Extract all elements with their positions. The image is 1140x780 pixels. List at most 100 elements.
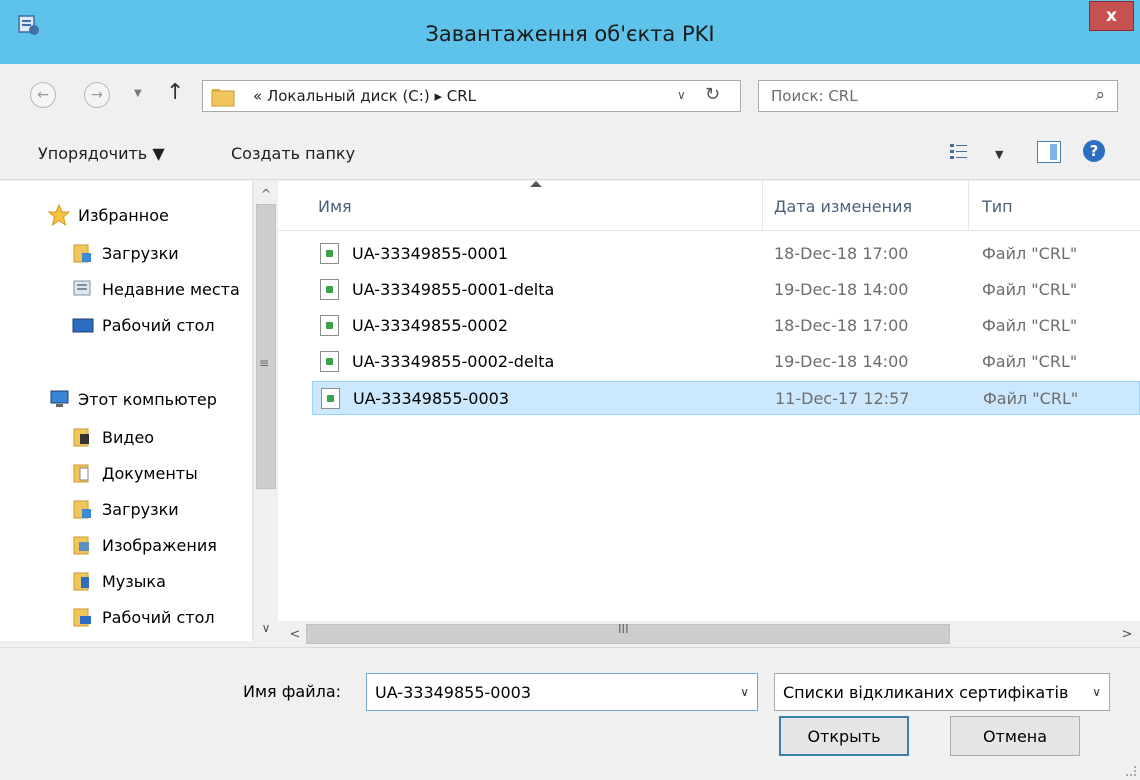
navigation-bar: ← → ▼ ↑ « Локальный диск (C:) ▸ CRL ∨ ↻ …	[0, 64, 1140, 122]
command-bar: Упорядочить ▼ Создать папку ▼ ?	[0, 124, 1140, 180]
sidebar-item-label: Избранное	[78, 205, 169, 225]
open-button[interactable]: Открыть	[779, 716, 909, 756]
file-name[interactable]: UA-33349855-0002-delta	[352, 352, 554, 371]
file-date: 18-Dec-18 17:00	[774, 316, 909, 335]
crl-file-icon	[320, 351, 339, 372]
recent-places-icon	[73, 280, 91, 296]
pictures-folder-icon	[73, 536, 89, 555]
table-row[interactable]: UA-33349855-0003 11-Dec-17 12:57 Файл "CRL…	[312, 381, 1140, 415]
table-row[interactable]: UA-33349855-0001 18-Dec-18 17:00 Файл "CRL…	[312, 237, 1140, 271]
column-type[interactable]: Тип	[982, 197, 1013, 216]
sidebar-scrollbar[interactable]: ^ ≡ ∨	[252, 181, 278, 641]
table-row[interactable]: UA-33349855-0001-delta 19-Dec-18 14:00 Фай…	[312, 273, 1140, 307]
file-type: Файл "CRL"	[983, 389, 1079, 408]
file-name[interactable]: UA-33349855-0001	[352, 244, 508, 263]
sidebar-item-label: Загрузки	[102, 499, 179, 519]
file-date: 19-Dec-18 14:00	[774, 352, 909, 371]
preview-pane-icon[interactable]	[1037, 141, 1061, 163]
sidebar-item-desktop[interactable]: Рабочий стол	[72, 311, 215, 339]
crl-file-icon	[320, 243, 339, 264]
window-title: Завантаження об'єкта PKI	[425, 22, 715, 46]
crl-file-icon	[320, 315, 339, 336]
file-name[interactable]: UA-33349855-0003	[353, 389, 509, 408]
help-icon[interactable]: ?	[1083, 140, 1105, 162]
file-name[interactable]: UA-33349855-0001-delta	[352, 280, 554, 299]
sidebar-item-music[interactable]: Музыка	[72, 567, 166, 595]
scroll-grip-icon: ≡	[259, 356, 270, 370]
crl-file-icon	[320, 279, 339, 300]
filename-label: Имя файла:	[243, 682, 342, 701]
filename-value[interactable]: UA-33349855-0003	[375, 683, 531, 702]
recent-locations-dropdown[interactable]: ▼	[134, 88, 142, 99]
filename-dropdown-icon[interactable]: ∨	[740, 685, 749, 699]
file-name[interactable]: UA-33349855-0002	[352, 316, 508, 335]
view-dropdown-icon[interactable]: ▼	[995, 148, 1003, 161]
sidebar-item-downloads[interactable]: Загрузки	[72, 239, 179, 267]
sidebar-item-label: Загрузки	[102, 243, 179, 263]
sidebar-item-pictures[interactable]: Изображения	[72, 531, 217, 559]
forward-button[interactable]: →	[84, 82, 110, 108]
search-box[interactable]: Поиск: CRL ⌕	[758, 80, 1118, 112]
dialog-footer: Имя файла: UA-33349855-0003 ∨ Списки від…	[0, 647, 1140, 780]
sidebar-item-label: Рабочий стол	[102, 607, 215, 627]
sidebar-item-recent-places[interactable]: Недавние места	[72, 275, 240, 303]
organize-button[interactable]: Упорядочить ▼	[38, 144, 165, 163]
column-divider[interactable]	[762, 181, 763, 231]
view-options-icon[interactable]	[949, 142, 969, 162]
music-folder-icon	[73, 572, 89, 591]
file-type: Файл "CRL"	[982, 316, 1078, 335]
address-dropdown-icon[interactable]: ∨	[677, 88, 686, 102]
filelist-horizontal-scrollbar[interactable]: < III >	[284, 621, 1140, 647]
sidebar-item-video[interactable]: Видео	[72, 423, 154, 451]
up-button[interactable]: ↑	[166, 80, 184, 105]
file-type: Файл "CRL"	[982, 244, 1078, 263]
new-folder-button[interactable]: Создать папку	[231, 144, 355, 163]
scroll-down-icon[interactable]: ∨	[253, 617, 279, 639]
file-date: 19-Dec-18 14:00	[774, 280, 909, 299]
sidebar-item-documents[interactable]: Документы	[72, 459, 198, 487]
sidebar-item-favorites[interactable]: Избранное	[48, 201, 169, 229]
column-headers: Имя Дата изменения Тип	[278, 181, 1140, 231]
sidebar-item-label: Видео	[102, 427, 155, 447]
sidebar-item-label: Этот компьютер	[78, 389, 217, 409]
file-date: 11-Dec-17 12:57	[775, 389, 910, 408]
scrollbar-thumb[interactable]	[256, 204, 276, 489]
resize-grip-icon[interactable]	[1126, 766, 1136, 776]
back-button[interactable]: ←	[30, 82, 56, 108]
downloads-folder-icon	[73, 500, 91, 519]
downloads-folder-icon	[73, 244, 91, 263]
horizontal-grip-icon: III	[618, 622, 629, 636]
address-path[interactable]: « Локальный диск (C:) ▸ CRL	[253, 87, 476, 105]
sidebar-item-this-pc[interactable]: Этот компьютер	[48, 385, 217, 413]
sidebar-item-downloads-pc[interactable]: Загрузки	[72, 495, 179, 523]
column-name[interactable]: Имя	[318, 197, 352, 216]
scroll-up-icon[interactable]: ^	[253, 183, 279, 205]
table-row[interactable]: UA-33349855-0002-delta 19-Dec-18 14:00 Фай…	[312, 345, 1140, 379]
column-date-modified[interactable]: Дата изменения	[774, 197, 912, 216]
table-row[interactable]: UA-33349855-0002 18-Dec-18 17:00 Файл "CRL…	[312, 309, 1140, 343]
folder-icon	[211, 89, 235, 107]
search-input[interactable]: Поиск: CRL	[771, 87, 858, 105]
sidebar-item-desktop-pc[interactable]: Рабочий стол	[72, 603, 215, 631]
sidebar-item-label: Документы	[102, 463, 198, 483]
scroll-left-icon[interactable]: <	[284, 623, 306, 645]
file-type-value[interactable]: Списки відкликаних сертифікатів	[783, 683, 1083, 702]
filename-input[interactable]: UA-33349855-0003 ∨	[366, 673, 758, 711]
file-list: Имя Дата изменения Тип UA-33349855-0001 1…	[278, 181, 1140, 621]
address-bar[interactable]: « Локальный диск (C:) ▸ CRL ∨ ↻	[202, 80, 741, 112]
desktop-icon	[72, 318, 94, 333]
file-type: Файл "CRL"	[982, 352, 1078, 371]
refresh-icon[interactable]: ↻	[705, 84, 720, 105]
cancel-button[interactable]: Отмена	[950, 716, 1080, 756]
sidebar-item-label: Недавние места	[102, 279, 240, 299]
sidebar-item-label: Изображения	[102, 535, 217, 555]
file-type-select[interactable]: Списки відкликаних сертифікатів ∨	[774, 673, 1110, 711]
file-type-dropdown-icon[interactable]: ∨	[1092, 685, 1101, 699]
search-icon[interactable]: ⌕	[1095, 85, 1105, 105]
scroll-right-icon[interactable]: >	[1116, 623, 1138, 645]
sidebar-item-label: Музыка	[102, 571, 166, 591]
desktop-folder-icon	[73, 608, 91, 627]
column-divider[interactable]	[968, 181, 969, 231]
close-button[interactable]: x	[1089, 1, 1134, 31]
sidebar-item-label: Рабочий стол	[102, 315, 215, 335]
